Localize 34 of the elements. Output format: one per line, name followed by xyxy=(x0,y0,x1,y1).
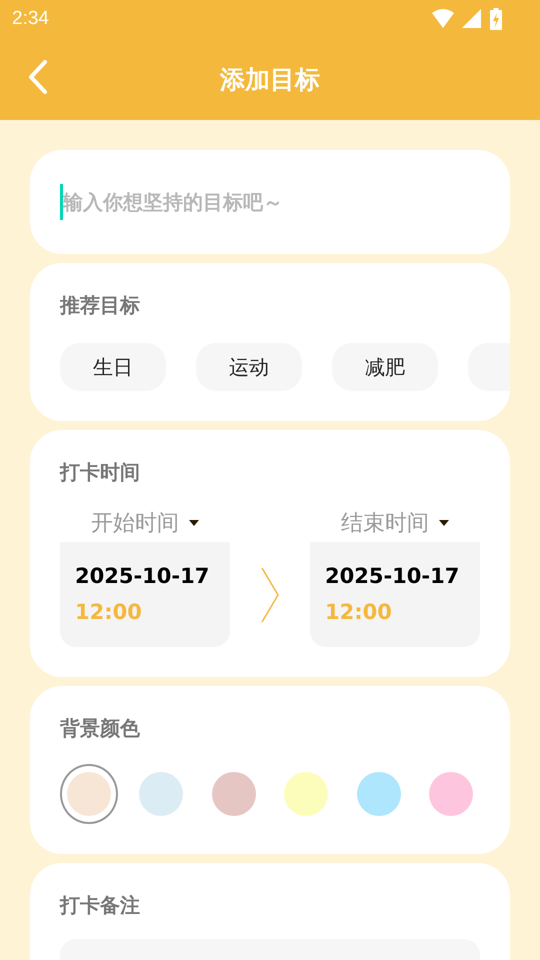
section-title: 推荐目标 xyxy=(60,292,141,319)
clock-time: 2:34 xyxy=(12,8,49,30)
goal-chip[interactable] xyxy=(468,343,510,391)
date-time-picker[interactable]: 2025-10-17 12:00 xyxy=(60,542,230,647)
page-title: 添加目标 xyxy=(220,64,320,96)
time-text: 12:00 xyxy=(325,600,393,624)
section-title: 背景颜色 xyxy=(60,715,141,742)
back-icon[interactable] xyxy=(28,60,48,94)
goal-input-field[interactable]: 输入你想坚持的目标吧～ xyxy=(63,190,480,214)
time-text: 12:00 xyxy=(75,600,143,624)
color-swatch[interactable] xyxy=(212,772,256,816)
color-swatch[interactable] xyxy=(284,772,328,816)
dropdown-icon[interactable] xyxy=(439,520,449,526)
selected-ring[interactable] xyxy=(60,764,118,824)
goal-chip[interactable]: 减肥 xyxy=(332,343,438,391)
color-swatch[interactable] xyxy=(356,772,401,816)
chevron-right-icon xyxy=(260,566,280,622)
battery-charging-icon xyxy=(490,8,502,30)
color-swatch[interactable] xyxy=(139,772,184,816)
date-text: 2025-10-17 xyxy=(325,564,460,588)
text-cursor xyxy=(60,184,63,220)
time-label: 结束时间 xyxy=(341,510,429,538)
color-swatch[interactable] xyxy=(66,772,111,816)
wifi-icon xyxy=(432,9,454,29)
goal-chip[interactable]: 运动 xyxy=(196,343,302,391)
section-title: 打卡时间 xyxy=(60,459,141,486)
date-text: 2025-10-17 xyxy=(75,564,210,588)
signal-icon xyxy=(462,9,482,29)
section-title: 打卡备注 xyxy=(60,892,141,919)
dropdown-icon[interactable] xyxy=(189,520,199,526)
date-time-picker[interactable]: 2025-10-17 12:00 xyxy=(310,542,480,647)
color-swatch[interactable] xyxy=(429,772,474,816)
goal-chip[interactable]: 生日 xyxy=(60,343,166,391)
time-label: 开始时间 xyxy=(91,510,179,538)
